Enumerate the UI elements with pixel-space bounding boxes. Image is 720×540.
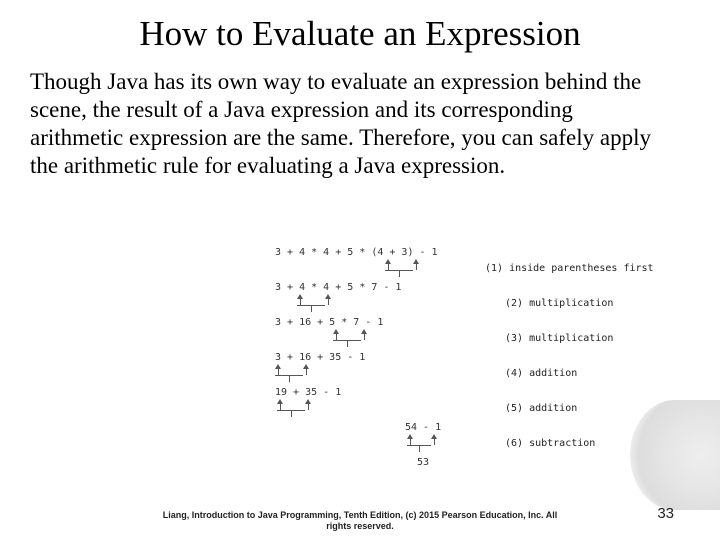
annot-1: (1) inside parentheses first <box>485 264 654 274</box>
page-number: 33 <box>657 505 674 522</box>
slide-title: How to Evaluate an Expression <box>30 14 690 54</box>
result-value: 53 <box>417 458 429 468</box>
slide-body: Though Java has its own way to evaluate … <box>30 68 690 180</box>
globe-decoration <box>630 400 720 510</box>
footer-line-1: Liang, Introduction to Java Programming,… <box>163 510 558 520</box>
footer-line-2: rights reserved. <box>326 521 394 531</box>
expr-6: 54 - 1 <box>405 423 441 433</box>
expr-5: 19 + 35 - 1 <box>275 388 341 398</box>
expr-2: 3 + 4 * 4 + 5 * 7 - 1 <box>275 283 401 293</box>
annot-4: (4) addition <box>505 369 577 379</box>
expr-4: 3 + 16 + 35 - 1 <box>275 353 365 363</box>
footer-copyright: Liang, Introduction to Java Programming,… <box>0 510 720 532</box>
annot-5: (5) addition <box>505 404 577 414</box>
expr-1: 3 + 4 * 4 + 5 * (4 + 3) - 1 <box>275 248 438 258</box>
annot-2: (2) multiplication <box>505 299 613 309</box>
annot-6: (6) subtraction <box>505 439 595 449</box>
annot-3: (3) multiplication <box>505 334 613 344</box>
expr-3: 3 + 16 + 5 * 7 - 1 <box>275 318 383 328</box>
